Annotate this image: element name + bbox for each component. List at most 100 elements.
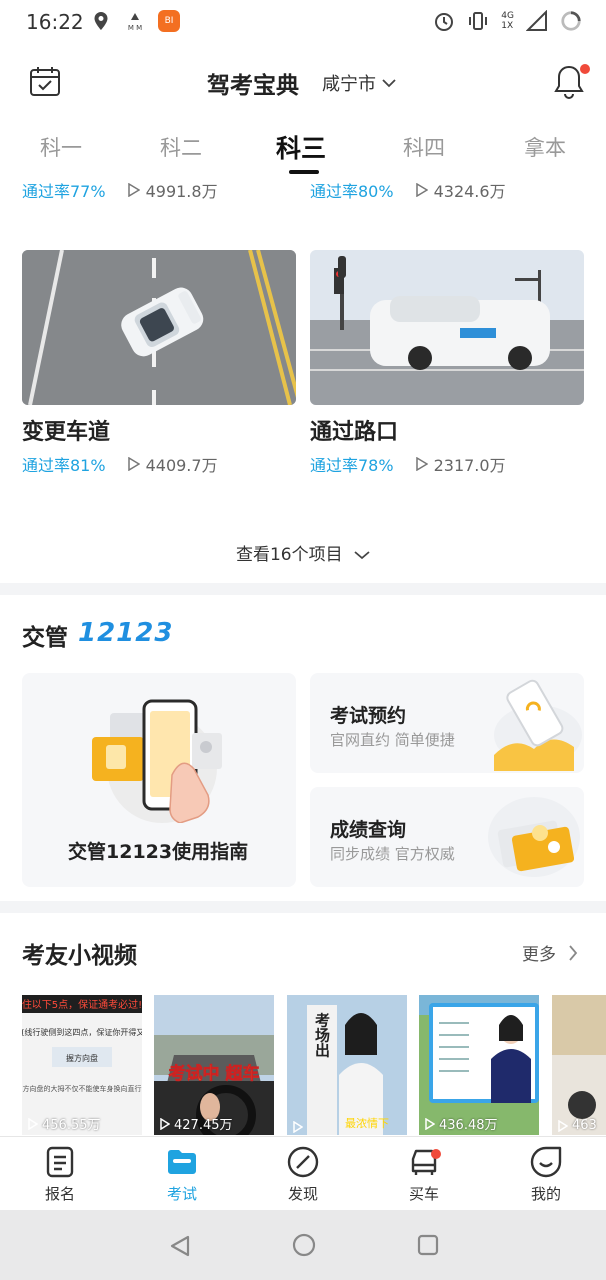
discover-icon bbox=[286, 1145, 320, 1179]
play-icon bbox=[127, 183, 140, 197]
section-title-12123: 12123 bbox=[78, 618, 174, 648]
svg-text:住以下5点，保证通考必过!: 住以下5点，保证通考必过! bbox=[22, 998, 142, 1011]
video-thumbnail[interactable]: 考场出 最浓情下 bbox=[287, 995, 407, 1135]
item-stats: 通过率77% 4991.8万 bbox=[22, 178, 218, 202]
view-count-text: 436.48万 bbox=[439, 1118, 498, 1133]
city-selector[interactable]: 咸宁市 bbox=[322, 70, 396, 96]
item-stats: 通过率80% 4324.6万 bbox=[310, 178, 506, 202]
exam-folder-icon bbox=[165, 1145, 199, 1179]
section-divider bbox=[0, 901, 606, 913]
svg-text:方向盘的大拇不仅不能使车身换向直行: 方向盘的大拇不仅不能使车身换向直行 bbox=[23, 1084, 142, 1093]
play-count: 4409.7万 bbox=[127, 452, 218, 476]
nav-profile[interactable]: 我的 bbox=[506, 1145, 586, 1204]
video-thumbnail[interactable]: 住以下5点，保证通考必过! 科目三直线行驶侧到这四点，保证你开得又直又稳! 握方… bbox=[22, 995, 142, 1135]
video-view-count: 427.45万 bbox=[160, 1114, 233, 1133]
video-thumbnail[interactable]: 436.48万 bbox=[419, 995, 539, 1135]
card-stats: 通过率81% 4409.7万 bbox=[22, 452, 218, 476]
video-thumbnail[interactable]: 考试中 超车 427.45万 bbox=[154, 995, 274, 1135]
vibrate-icon bbox=[467, 10, 489, 32]
pass-rate: 通过率78% bbox=[310, 456, 394, 475]
svg-text:最浓情下: 最浓情下 bbox=[345, 1117, 389, 1130]
tab-active-indicator bbox=[289, 170, 319, 174]
score-query-card[interactable]: 成绩查询 同步成绩 官方权威 bbox=[310, 787, 584, 887]
tab-ke2[interactable]: 科二 bbox=[160, 132, 202, 162]
nav-discover[interactable]: 发现 bbox=[263, 1145, 343, 1204]
buy-car-badge bbox=[431, 1149, 441, 1159]
change-lane-thumbnail[interactable] bbox=[22, 250, 296, 405]
home-icon[interactable] bbox=[291, 1232, 317, 1258]
play-count-text: 4991.8万 bbox=[145, 182, 218, 201]
app-badge-label: BI bbox=[164, 16, 174, 26]
calendar-check-icon[interactable] bbox=[28, 64, 62, 98]
alarm-icon bbox=[433, 10, 455, 32]
card-stats: 通过率78% 2317.0万 bbox=[310, 452, 506, 476]
mm-icon: M M bbox=[124, 10, 146, 32]
chevron-down-icon bbox=[354, 551, 370, 560]
nav-label: 考试 bbox=[166, 1185, 197, 1203]
tab-nabén[interactable]: 拿本 bbox=[524, 132, 566, 162]
tab-ke3[interactable]: 科三 bbox=[276, 129, 326, 165]
exam-booking-subtitle: 官网直约 简单便捷 bbox=[330, 731, 455, 749]
video-view-count bbox=[293, 1121, 307, 1133]
play-count-text: 2317.0万 bbox=[433, 456, 506, 475]
nav-label: 买车 bbox=[408, 1185, 439, 1203]
score-query-title: 成绩查询 bbox=[330, 819, 407, 841]
play-icon bbox=[425, 1117, 435, 1130]
svg-text:考试中 超车: 考试中 超车 bbox=[168, 1063, 260, 1084]
pass-rate: 通过率77% bbox=[22, 182, 106, 201]
videos-more-button[interactable]: 更多 bbox=[522, 940, 578, 965]
play-count-text: 4409.7万 bbox=[145, 456, 218, 475]
subject-tabs: 科一 科二 科三 科四 拿本 bbox=[0, 126, 606, 176]
back-icon[interactable] bbox=[168, 1234, 192, 1258]
jiaoguan-guide-card[interactable]: 交管12123使用指南 bbox=[22, 673, 296, 887]
recents-icon[interactable] bbox=[416, 1233, 440, 1257]
status-bar: 16:22 M M BI 4G 1X bbox=[0, 0, 606, 46]
profile-icon bbox=[529, 1145, 563, 1179]
nav-register[interactable]: 报名 bbox=[20, 1145, 100, 1204]
videos-section-title: 考友小视频 bbox=[22, 943, 137, 969]
net-4g-label: 4G bbox=[501, 11, 514, 21]
view-all-items-button[interactable]: 查看16个项目 bbox=[0, 540, 606, 565]
view-count-text: 463 bbox=[572, 1118, 597, 1133]
card-title[interactable]: 通过路口 bbox=[310, 414, 398, 446]
view-all-label: 查看16个项目 bbox=[235, 545, 343, 565]
nav-label: 我的 bbox=[530, 1185, 561, 1203]
intersection-thumbnail[interactable] bbox=[310, 250, 584, 405]
net-1x-label: 1X bbox=[501, 21, 514, 31]
play-count: 4991.8万 bbox=[127, 178, 218, 202]
card-title[interactable]: 变更车道 bbox=[22, 414, 110, 446]
nav-buy-car[interactable]: 买车 bbox=[384, 1145, 464, 1204]
play-icon bbox=[415, 183, 428, 197]
svg-text:科目三直线行驶侧到这四点，保证你开得又直又稳!: 科目三直线行驶侧到这四点，保证你开得又直又稳! bbox=[22, 1027, 142, 1037]
svg-text:M M: M M bbox=[128, 24, 142, 31]
register-icon bbox=[43, 1145, 77, 1179]
video-view-count: 456.55万 bbox=[28, 1114, 101, 1133]
signal-icon bbox=[526, 10, 548, 32]
system-navigation-bar bbox=[0, 1210, 606, 1280]
tab-ke1[interactable]: 科一 bbox=[40, 132, 82, 162]
video-thumbnail[interactable]: 463 bbox=[552, 995, 606, 1135]
video-view-count: 463 bbox=[558, 1118, 597, 1133]
nav-label: 报名 bbox=[44, 1185, 75, 1203]
exam-booking-title: 考试预约 bbox=[330, 705, 407, 727]
guide-title: 交管12123使用指南 bbox=[68, 841, 249, 863]
chevron-down-icon bbox=[382, 79, 396, 88]
pass-rate: 通过率80% bbox=[310, 182, 394, 201]
play-icon bbox=[127, 457, 140, 471]
data-icon: 4G 1X bbox=[501, 11, 514, 31]
tab-ke4[interactable]: 科四 bbox=[403, 132, 445, 162]
nav-label: 发现 bbox=[287, 1185, 318, 1203]
status-time: 16:22 bbox=[26, 10, 84, 34]
score-card-icon bbox=[488, 797, 580, 877]
play-icon bbox=[28, 1117, 38, 1130]
video-view-count: 436.48万 bbox=[425, 1114, 498, 1133]
section-divider bbox=[0, 583, 606, 595]
nav-exam[interactable]: 考试 bbox=[142, 1145, 222, 1204]
notification-badge bbox=[580, 64, 590, 74]
phone-booking-icon bbox=[494, 679, 582, 771]
app-icon: BI bbox=[158, 10, 180, 32]
chevron-right-icon bbox=[569, 944, 578, 961]
play-icon bbox=[415, 457, 428, 471]
play-icon bbox=[558, 1119, 568, 1132]
exam-booking-card[interactable]: 考试预约 官网直约 简单便捷 bbox=[310, 673, 584, 773]
